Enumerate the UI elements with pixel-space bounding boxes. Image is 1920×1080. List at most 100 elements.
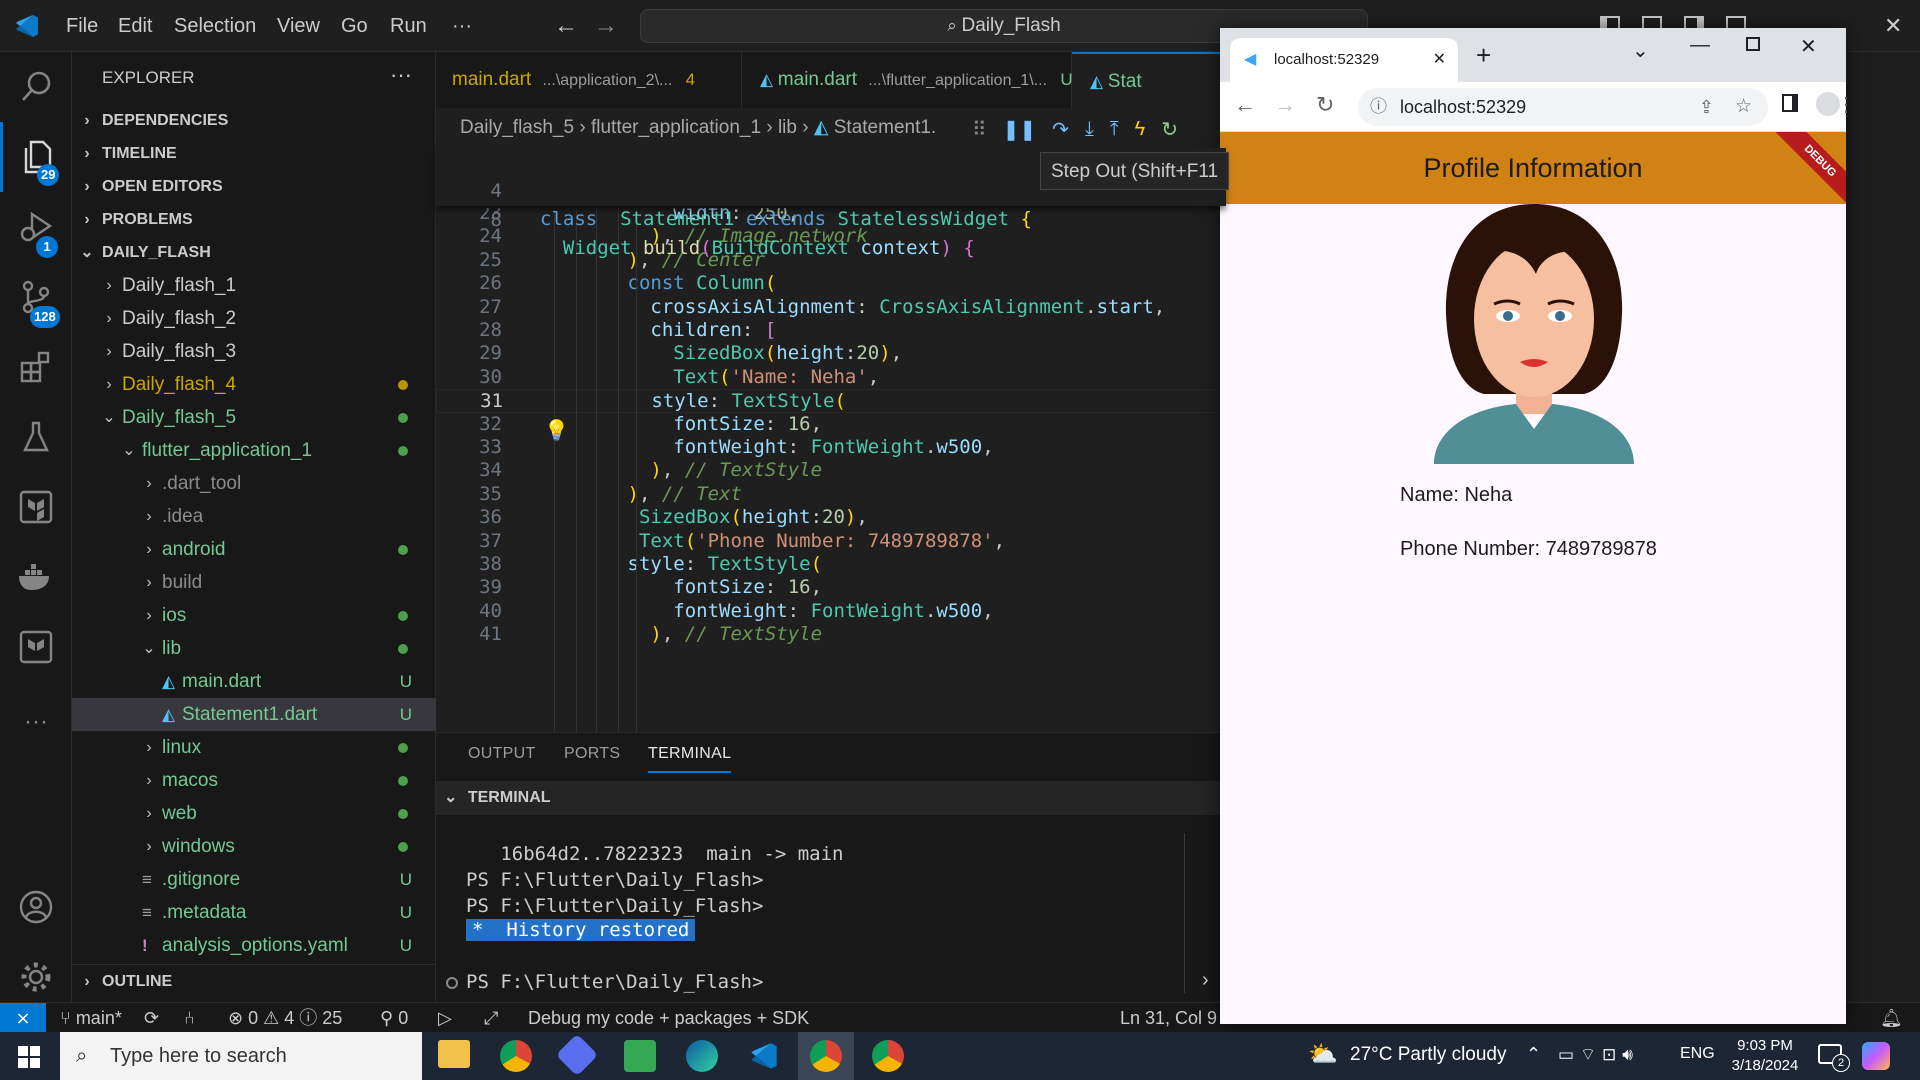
tree-item[interactable]: › .dart_tool [72, 467, 436, 500]
window-close-icon[interactable]: ✕ [1884, 0, 1902, 52]
ports-indicator[interactable]: ⚲ 0 [380, 1003, 408, 1033]
copilot-icon[interactable] [1862, 1042, 1890, 1070]
tree-item[interactable]: › Daily_flash_1 [72, 269, 436, 302]
windows-start-icon[interactable] [18, 1046, 40, 1068]
maximize-icon[interactable] [1746, 37, 1760, 51]
section-dependencies[interactable]: › DEPENDENCIES [72, 104, 436, 137]
tree-item[interactable]: › build [72, 566, 436, 599]
minimize-icon[interactable]: — [1690, 34, 1710, 57]
tree-item[interactable]: ≡ .metadata U [72, 896, 436, 929]
clock[interactable]: 9:03 PM 3/18/2024 [1720, 1036, 1810, 1076]
close-window-icon[interactable]: ✕ [1800, 34, 1817, 59]
tree-item[interactable]: › Daily_flash_3 [72, 335, 436, 368]
terminal-prompt[interactable]: PS F:\Flutter\Daily_Flash> [466, 971, 763, 993]
breadcrumb-item[interactable]: lib [778, 117, 797, 138]
edge-icon[interactable] [686, 1040, 718, 1072]
chrome-active-taskbar[interactable] [798, 1032, 854, 1080]
tray-chevron-icon[interactable]: ⌃ [1526, 1044, 1541, 1065]
tree-item[interactable]: ⌄ flutter_application_1 [72, 434, 436, 467]
panel-tab-terminal[interactable]: TERMINAL [648, 745, 732, 773]
browser-menu-icon[interactable]: ⋮ [1836, 92, 1856, 117]
branch-indicator[interactable]: ⑂ main* [60, 1003, 122, 1033]
more-views-icon[interactable]: ··· [0, 687, 72, 757]
step-over-icon[interactable]: ↷ [1052, 117, 1069, 142]
browser-tab[interactable]: ◀ localhost:52329 ✕ [1230, 38, 1458, 82]
terraform-activity[interactable] [0, 472, 72, 542]
breadcrumb-item[interactable]: Daily_flash_5 [460, 117, 574, 138]
section-outline[interactable]: › OUTLINE [72, 964, 436, 997]
testing-activity[interactable] [0, 402, 72, 472]
tray-icons[interactable]: ▭⌔⊡🔊︎ [1558, 1044, 1639, 1065]
menu-run[interactable]: Run [390, 0, 427, 52]
tree-item[interactable]: ! analysis_options.yaml U [72, 929, 436, 962]
hot-reload-icon[interactable]: ϟ [1135, 118, 1146, 141]
reload-icon[interactable]: ↻ [1316, 92, 1334, 118]
extensions-activity[interactable] [0, 332, 72, 402]
pause-icon[interactable]: ❚❚ [1003, 117, 1037, 142]
taskbar-search[interactable]: ⌕ Type here to search [60, 1032, 422, 1080]
breadcrumb-item[interactable]: flutter_application_1 [591, 117, 761, 138]
language-indicator[interactable]: ENG [1680, 1045, 1715, 1063]
weather-icon[interactable]: ⛅ [1308, 1040, 1338, 1069]
debug-launch-icon[interactable]: ▷ [438, 1003, 452, 1033]
chrome-icon[interactable] [500, 1040, 532, 1072]
menu-file[interactable]: File [66, 0, 98, 52]
info-icon[interactable]: ⓘ [1370, 88, 1387, 126]
source-control-activity[interactable]: 128 [0, 262, 72, 332]
git-graph-icon[interactable]: ⑃ [184, 1003, 195, 1033]
menu-edit[interactable]: Edit [118, 0, 152, 52]
tree-item[interactable]: ⌄ lib [72, 632, 436, 665]
tree-item[interactable]: › web [72, 797, 436, 830]
drag-handle-icon[interactable]: ⠿ [972, 117, 987, 142]
breadcrumb-item[interactable]: Statement1. [834, 117, 936, 138]
tab-search-chevron-icon[interactable]: ⌄ [1632, 38, 1649, 63]
restart-icon[interactable]: ↻ [1161, 117, 1178, 142]
tab-main-dart-app1[interactable]: ◭ main.dart ...\flutter_application_1\..… [742, 52, 1073, 108]
explorer-more-icon[interactable]: ··· [390, 62, 412, 88]
search-activity[interactable] [0, 52, 72, 122]
sync-icon[interactable]: ⟳ [144, 1003, 159, 1033]
lightbulb-icon[interactable]: 💡 [544, 418, 569, 443]
address-bar[interactable]: ⓘ localhost:52329 ⇪ ☆ [1358, 88, 1768, 126]
section-problems[interactable]: › PROBLEMS [72, 203, 436, 236]
accounts-activity[interactable] [0, 872, 72, 942]
tree-item[interactable]: › Daily_flash_2 [72, 302, 436, 335]
tree-item[interactable]: › macos [72, 764, 436, 797]
code-area[interactable]: 23 width: 250, 24 ), // Image.network 25 )… [436, 208, 1226, 732]
bookmark-star-icon[interactable]: ☆ [1735, 88, 1752, 126]
tree-item[interactable]: ◭ Statement1.dart U [72, 698, 436, 731]
menu-more[interactable]: ··· [452, 0, 472, 52]
side-panel-icon[interactable] [1782, 94, 1798, 112]
weather-text[interactable]: 27°C Partly cloudy [1350, 1044, 1507, 1066]
explorer-activity[interactable]: 29 [0, 122, 72, 192]
tab-main-dart-app2[interactable]: main.dart ...\application_2\... 4 [436, 52, 742, 108]
menu-go[interactable]: Go [341, 0, 368, 52]
tab-close-icon[interactable]: ✕ [1433, 38, 1446, 82]
docker-activity[interactable] [0, 542, 72, 612]
flutter-devtools-icon[interactable]: ⤢ [484, 1003, 498, 1033]
tree-item[interactable]: › android [72, 533, 436, 566]
panel-tab-output[interactable]: OUTPUT [468, 745, 536, 763]
menu-view[interactable]: View [277, 0, 320, 52]
cursor-position[interactable]: Ln 31, Col 9 [1120, 1003, 1217, 1033]
meet-icon[interactable] [624, 1040, 656, 1072]
new-tab-icon[interactable]: + [1476, 40, 1491, 71]
tree-item[interactable]: › Daily_flash_4 [72, 368, 436, 401]
forward-arrow-icon[interactable]: → [594, 0, 618, 52]
notifications-bell-icon[interactable]: 🔔︎ [1880, 1003, 1903, 1033]
notification-center-icon[interactable]: 2 [1818, 1044, 1850, 1072]
chrome-profile-icon[interactable] [872, 1040, 904, 1072]
tree-item[interactable]: ◭ main.dart U [72, 665, 436, 698]
terraform-cloud-activity[interactable] [0, 612, 72, 682]
step-out-icon[interactable]: ⤒ [1110, 118, 1119, 141]
problems-indicator[interactable]: ⊗ 0 ⚠ 4 ⓘ 25 [228, 1003, 342, 1033]
tree-item[interactable]: › .idea [72, 500, 436, 533]
file-explorer-icon[interactable] [438, 1040, 470, 1068]
step-into-icon[interactable]: ⤓ [1085, 118, 1094, 141]
tab-statement1-dart[interactable]: ◭ Stat [1072, 52, 1232, 108]
section-open-editors[interactable]: › OPEN EDITORS [72, 170, 436, 203]
terminal-section-header[interactable]: ⌄ TERMINAL [436, 781, 1226, 815]
power-automate-icon[interactable] [555, 1033, 599, 1077]
back-icon[interactable]: ← [1234, 92, 1256, 118]
share-icon[interactable]: ⇪ [1699, 88, 1714, 126]
